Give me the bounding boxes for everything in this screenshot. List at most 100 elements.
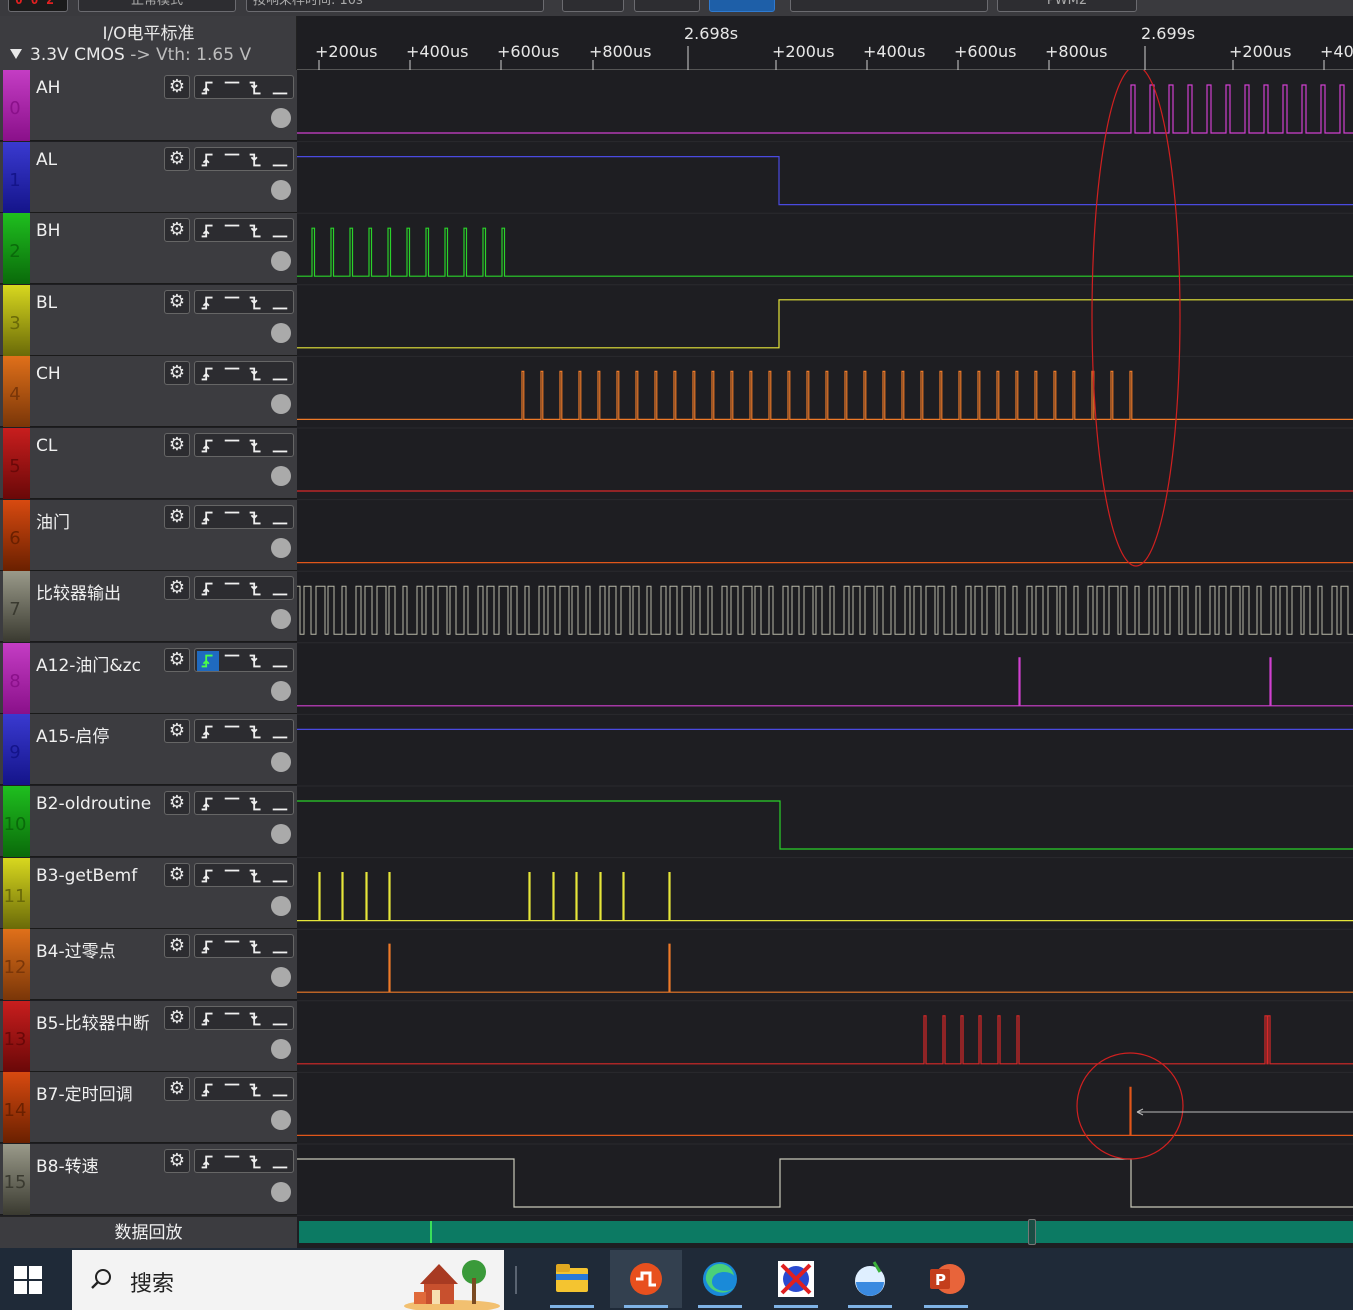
rising-edge-icon[interactable] <box>197 221 219 241</box>
channel-name[interactable]: CL <box>36 436 57 456</box>
toolbar-button-1[interactable] <box>562 0 624 12</box>
channel-enable-dot[interactable] <box>271 179 291 200</box>
low-level-icon[interactable] <box>269 436 291 456</box>
channel-enable-dot[interactable] <box>271 609 291 630</box>
gear-icon[interactable]: ⚙ <box>164 1077 190 1102</box>
falling-edge-icon[interactable] <box>245 794 267 814</box>
rising-edge-icon[interactable] <box>197 794 219 814</box>
channel-row-10[interactable]: 10 B2-oldroutine ⚙ <box>0 786 297 857</box>
gear-icon[interactable]: ⚙ <box>164 289 190 314</box>
high-level-icon[interactable] <box>221 436 243 456</box>
falling-edge-icon[interactable] <box>245 150 267 170</box>
toolbar-button-3[interactable] <box>709 0 775 12</box>
high-level-icon[interactable] <box>221 1009 243 1029</box>
channel-enable-dot[interactable] <box>271 1110 291 1131</box>
low-level-icon[interactable] <box>269 1152 291 1172</box>
falling-edge-icon[interactable] <box>245 1009 267 1029</box>
channel-row-11[interactable]: 11 B3-getBemf ⚙ <box>0 857 297 929</box>
high-level-icon[interactable] <box>221 221 243 241</box>
low-level-icon[interactable] <box>269 508 291 528</box>
falling-edge-icon[interactable] <box>245 579 267 599</box>
playback-track[interactable] <box>297 1216 1353 1248</box>
low-level-icon[interactable] <box>269 722 291 742</box>
high-level-icon[interactable] <box>221 579 243 599</box>
falling-edge-icon[interactable] <box>245 436 267 456</box>
rising-edge-icon[interactable] <box>197 1080 219 1100</box>
channel-enable-dot[interactable] <box>271 824 291 844</box>
low-level-icon[interactable] <box>269 794 291 814</box>
channel-enable-dot[interactable] <box>271 466 291 486</box>
gear-icon[interactable]: ⚙ <box>164 647 190 672</box>
channel-enable-dot[interactable] <box>271 680 291 701</box>
channel-name[interactable]: B2-oldroutine <box>36 794 151 814</box>
channel-enable-dot[interactable] <box>271 537 291 558</box>
taskbar-file-explorer[interactable] <box>536 1250 608 1308</box>
channel-name[interactable]: BL <box>36 293 57 313</box>
channel-row-7[interactable]: 7 比较器输出 ⚙ <box>0 571 297 643</box>
gear-icon[interactable]: ⚙ <box>164 1149 190 1173</box>
high-level-icon[interactable] <box>221 1080 243 1100</box>
channel-row-12[interactable]: 12 B4-过零点 ⚙ <box>0 929 297 1001</box>
windows-start-icon[interactable] <box>14 1266 42 1294</box>
gear-icon[interactable]: ⚙ <box>164 218 190 243</box>
high-level-icon[interactable] <box>221 293 243 313</box>
capture-time-field[interactable]: 按响采样时间: 10s <box>246 0 544 12</box>
rising-edge-icon[interactable] <box>197 1009 219 1029</box>
rising-edge-icon[interactable] <box>197 78 219 98</box>
falling-edge-icon[interactable] <box>245 651 267 671</box>
channel-name[interactable]: A12-油门&zc <box>36 651 141 676</box>
waveform-area[interactable] <box>297 70 1353 1216</box>
falling-edge-icon[interactable] <box>245 293 267 313</box>
high-level-icon[interactable] <box>221 78 243 98</box>
toolbar-button-2[interactable] <box>634 0 700 12</box>
channel-enable-dot[interactable] <box>271 1182 291 1202</box>
channel-row-8[interactable]: 8 A12-油门&zc ⚙ <box>0 642 297 714</box>
gear-icon[interactable]: ⚙ <box>164 75 190 99</box>
channel-row-15[interactable]: 15 B8-转速 ⚙ <box>0 1144 297 1215</box>
low-level-icon[interactable] <box>269 221 291 241</box>
mode-select[interactable]: 正常模式 <box>78 0 236 12</box>
rising-edge-icon[interactable] <box>197 1152 219 1172</box>
channel-name[interactable]: B8-转速 <box>36 1152 99 1177</box>
dropdown-triangle-icon[interactable] <box>10 49 22 59</box>
low-level-icon[interactable] <box>269 364 291 384</box>
high-level-icon[interactable] <box>221 1152 243 1172</box>
taskbar-edge-browser[interactable] <box>684 1250 756 1308</box>
high-level-icon[interactable] <box>221 794 243 814</box>
channel-name[interactable]: 油门 <box>36 508 70 533</box>
falling-edge-icon[interactable] <box>245 1080 267 1100</box>
channel-name[interactable]: AH <box>36 78 60 98</box>
channel-name[interactable]: B3-getBemf <box>36 866 137 886</box>
falling-edge-icon[interactable] <box>245 78 267 98</box>
gear-icon[interactable]: ⚙ <box>164 146 190 171</box>
channel-enable-dot[interactable] <box>271 1038 291 1059</box>
falling-edge-icon[interactable] <box>245 221 267 241</box>
channel-row-2[interactable]: 2 BH ⚙ <box>0 213 297 285</box>
low-level-icon[interactable] <box>269 1080 291 1100</box>
gear-icon[interactable]: ⚙ <box>164 433 190 457</box>
falling-edge-icon[interactable] <box>245 866 267 886</box>
channel-enable-dot[interactable] <box>271 967 291 988</box>
channel-enable-dot[interactable] <box>271 108 291 128</box>
falling-edge-icon[interactable] <box>245 722 267 742</box>
channel-row-3[interactable]: 3 BL ⚙ <box>0 284 297 356</box>
falling-edge-icon[interactable] <box>245 1152 267 1172</box>
channel-enable-dot[interactable] <box>271 752 291 773</box>
channel-name[interactable]: B7-定时回调 <box>36 1080 133 1105</box>
falling-edge-icon[interactable] <box>245 508 267 528</box>
taskbar-app-4[interactable] <box>760 1250 832 1308</box>
rising-edge-icon[interactable] <box>197 937 219 957</box>
low-level-icon[interactable] <box>269 78 291 98</box>
low-level-icon[interactable] <box>269 150 291 170</box>
taskbar-app-5[interactable] <box>834 1250 906 1308</box>
rising-edge-icon[interactable] <box>197 364 219 384</box>
time-ruler[interactable]: +200us +400us +600us +800us 2.698s +200us +400… <box>297 16 1353 70</box>
channel-enable-dot[interactable] <box>271 322 291 343</box>
channel-name[interactable]: AL <box>36 150 57 170</box>
channel-name[interactable]: A15-启停 <box>36 722 109 747</box>
rising-edge-icon[interactable] <box>197 508 219 528</box>
high-level-icon[interactable] <box>221 866 243 886</box>
channel-row-0[interactable]: 0 AH ⚙ <box>0 70 297 141</box>
channel-enable-dot[interactable] <box>271 394 291 415</box>
taskbar-search-box[interactable]: 搜索 <box>72 1250 504 1310</box>
